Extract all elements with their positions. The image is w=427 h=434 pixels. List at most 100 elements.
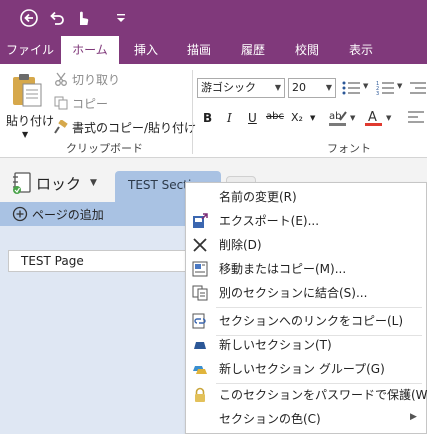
- tab-history[interactable]: 履歴: [230, 36, 276, 64]
- menu-item-move-copy[interactable]: 移動またはコピー(M)...: [186, 257, 426, 281]
- paste-dropdown-icon: ▼: [22, 130, 29, 139]
- menu-item-password-protect[interactable]: このセクションをパスワードで保護(W)...: [186, 383, 427, 407]
- menu-item-new-section[interactable]: 新しいセクション(T): [186, 333, 426, 357]
- undo-button[interactable]: [46, 7, 68, 29]
- bullet-list-button[interactable]: ▼: [342, 78, 372, 98]
- font-name-combo[interactable]: 游ゴシック ▼: [197, 78, 285, 98]
- svg-text:ab: ab: [329, 111, 341, 122]
- menu-item-label: 削除(D): [219, 238, 262, 252]
- menu-item-delete[interactable]: 削除(D): [186, 233, 426, 257]
- subscript-button[interactable]: X₂: [291, 111, 303, 124]
- menu-item-copy-link[interactable]: セクションへのリンクをコピー(L): [186, 309, 426, 333]
- underline-button[interactable]: U: [248, 111, 257, 125]
- cut-label: 切り取り: [72, 73, 121, 87]
- section-context-menu: 名前の変更(R) エクスポート(E)... 削除(D) 移動またはコピー(M).…: [185, 182, 427, 434]
- add-circle-icon: [12, 206, 28, 222]
- back-icon: [20, 9, 38, 27]
- numbered-list-button[interactable]: 1 2 3 ▼: [376, 78, 406, 98]
- highlighter-icon: ab: [329, 111, 347, 126]
- menu-item-label: 新しいセクション グループ(G): [219, 362, 385, 376]
- menu-item-export[interactable]: エクスポート(E)...: [186, 209, 426, 233]
- menu-item-section-color[interactable]: セクションの色(C) ▶: [186, 407, 426, 431]
- customize-arrow-icon: [117, 14, 125, 22]
- font-size-combo[interactable]: 20 ▼: [288, 78, 336, 98]
- menu-item-new-section-group[interactable]: 新しいセクション グループ(G): [186, 357, 426, 381]
- paste-label: 貼り付け: [6, 114, 55, 128]
- numbered-list-icon: 1 2 3: [376, 81, 394, 96]
- align-left-icon: [408, 111, 424, 123]
- menu-item-rename[interactable]: 名前の変更(R): [186, 185, 426, 209]
- menu-item-label: セクションの色(C): [219, 412, 321, 426]
- bold-button[interactable]: B: [203, 111, 212, 125]
- format-painter-button[interactable]: 書式のコピー/貼り付け: [54, 119, 196, 137]
- highlight-dropdown-icon: ▼: [350, 114, 356, 122]
- title-bar: [0, 0, 427, 36]
- italic-button[interactable]: I: [227, 111, 232, 125]
- ribbon: 貼り付け ▼ 切り取り コピー 書式のコピー/貼り付け クリップボード 游ゴシッ…: [0, 64, 427, 158]
- ribbon-tabs: ファイル ホーム 挿入 描画 履歴 校閲 表示: [0, 36, 427, 64]
- link-icon: [192, 313, 206, 329]
- clipboard-group-label: クリップボード: [66, 142, 143, 155]
- notebook-dropdown-icon: ▼: [90, 178, 97, 188]
- scissors-icon: [55, 72, 67, 86]
- highlight-button[interactable]: ab ▼: [328, 108, 358, 130]
- move-copy-icon: [192, 261, 208, 277]
- lock-icon: [195, 387, 205, 402]
- font-color-button[interactable]: A ▼: [364, 108, 394, 130]
- font-color-icon: A: [365, 110, 382, 126]
- svg-text:A: A: [368, 110, 377, 125]
- touch-mode-button[interactable]: [72, 7, 94, 29]
- menu-item-label: セクションへのリンクをコピー(L): [219, 314, 404, 328]
- svg-text:3: 3: [376, 91, 379, 96]
- bullet-dropdown-icon: ▼: [363, 82, 369, 90]
- indent-icon: [410, 82, 426, 94]
- menu-item-label: 名前の変更(R): [219, 190, 297, 204]
- font-size-value: 20: [292, 81, 306, 94]
- tab-draw[interactable]: 描画: [176, 36, 222, 64]
- menu-separator: [216, 307, 422, 308]
- copy-label: コピー: [72, 97, 109, 111]
- paste-button[interactable]: 貼り付け ▼: [4, 70, 54, 139]
- merge-icon: [192, 285, 208, 301]
- customize-toolbar-button[interactable]: [110, 7, 132, 29]
- add-page-button[interactable]: ページの追加: [12, 204, 122, 224]
- submenu-arrow-icon: ▶: [410, 412, 417, 422]
- delete-icon: [193, 238, 207, 252]
- menu-item-label: このセクションをパスワードで保護(W)...: [219, 388, 427, 402]
- font-name-dropdown-icon: ▼: [274, 83, 281, 92]
- back-button[interactable]: [18, 7, 40, 29]
- bullet-list-icon: [342, 81, 360, 95]
- align-button[interactable]: [408, 110, 427, 128]
- export-icon: [193, 213, 208, 228]
- format-painter-label: 書式のコピー/貼り付け: [72, 121, 197, 135]
- touch-hand-icon: [80, 11, 89, 25]
- menu-item-label: 別のセクションに結合(S)...: [219, 286, 368, 300]
- tab-insert[interactable]: 挿入: [124, 36, 168, 64]
- menu-item-merge[interactable]: 別のセクションに結合(S)...: [186, 281, 426, 305]
- tab-view[interactable]: 表示: [338, 36, 384, 64]
- tab-file[interactable]: ファイル: [0, 36, 60, 64]
- subscript-dropdown-icon[interactable]: ▼: [310, 114, 315, 122]
- page-item[interactable]: TEST Page: [8, 250, 208, 272]
- tab-review[interactable]: 校閲: [284, 36, 330, 64]
- copy-button[interactable]: コピー: [54, 95, 130, 113]
- font-name-value: 游ゴシック: [201, 81, 256, 94]
- numbering-dropdown-icon: ▼: [397, 82, 403, 90]
- menu-item-label: エクスポート(E)...: [219, 214, 320, 228]
- indent-button[interactable]: [410, 78, 427, 98]
- paste-icon: [13, 74, 42, 107]
- brush-icon: [54, 120, 68, 134]
- undo-icon: [50, 11, 64, 25]
- new-section-icon: [194, 342, 206, 349]
- new-section-group-icon: [193, 366, 207, 374]
- font-size-dropdown-icon: ▼: [325, 83, 332, 92]
- font-group-label: フォント: [327, 142, 371, 155]
- copy-icon: [54, 96, 68, 110]
- cut-button[interactable]: 切り取り: [54, 71, 130, 89]
- tab-home[interactable]: ホーム: [61, 36, 119, 64]
- notebook-name: ロック: [36, 175, 82, 193]
- notebook-selector[interactable]: ロック ▼: [10, 170, 106, 198]
- menu-item-label: 移動またはコピー(M)...: [219, 262, 347, 276]
- notebook-icon: [13, 172, 31, 194]
- strikethrough-button[interactable]: abc: [266, 111, 284, 122]
